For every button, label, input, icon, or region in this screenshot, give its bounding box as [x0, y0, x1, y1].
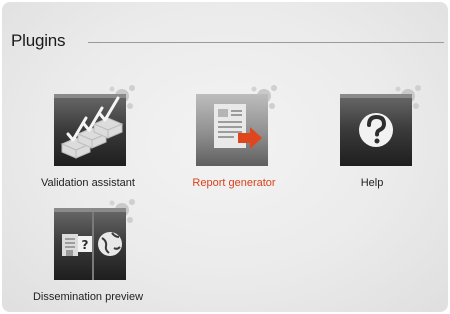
svg-text:?: ?	[82, 238, 89, 252]
dissemination-globe-icon: ?	[54, 199, 135, 280]
plugin-validation-assistant[interactable]: Validation assistant	[16, 84, 156, 204]
plugin-label: Dissemination preview	[32, 291, 144, 303]
plugin-report-generator[interactable]: Report generator	[158, 84, 298, 204]
section-title: Plugins	[11, 31, 66, 50]
plugin-label: Validation assistant	[41, 177, 135, 189]
report-document-arrow-icon	[196, 85, 277, 166]
validation-checkmarks-icon	[54, 85, 135, 166]
section-divider	[88, 42, 444, 43]
plugin-label: Help	[360, 177, 384, 189]
plugin-help[interactable]: Help	[302, 84, 442, 204]
plugin-dissemination-preview[interactable]: ? Dissemination preview	[16, 198, 156, 312]
plugins-panel: Plugins Validation assistant Report gene…	[2, 2, 448, 312]
help-question-icon	[340, 85, 421, 166]
plugin-label: Report generator	[192, 177, 276, 189]
